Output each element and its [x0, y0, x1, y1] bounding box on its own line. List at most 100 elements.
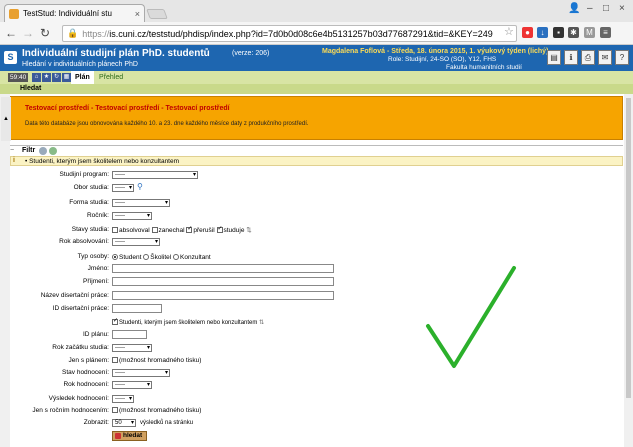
- user-icon[interactable]: 👤: [568, 3, 580, 14]
- forward-icon[interactable]: →: [22, 26, 34, 40]
- minimize-icon[interactable]: –: [587, 3, 593, 14]
- konzultant-radio[interactable]: [173, 254, 180, 260]
- jmeno-label: Jméno:: [87, 265, 109, 272]
- filter-bar: − Filtr: [10, 145, 623, 156]
- app-header: S Individuální studijní plán PhD. studen…: [0, 45, 633, 71]
- id-dis-label: ID disertační práce:: [52, 305, 109, 312]
- maximize-icon[interactable]: □: [603, 3, 609, 14]
- collapse-warning-icon[interactable]: ▲: [1, 97, 11, 141]
- tab-prehled[interactable]: Přehled: [96, 71, 126, 84]
- skolitel-radio[interactable]: [143, 254, 150, 260]
- stav-hodnoceni-label: Stav hodnocení:: [62, 369, 109, 376]
- obor-studia-select[interactable]: -----: [112, 184, 134, 192]
- chrome-menu-icon[interactable]: ≡: [600, 27, 611, 38]
- rok-hodnoceni-select[interactable]: -----: [112, 381, 152, 389]
- studijni-program-select[interactable]: -----: [112, 171, 198, 179]
- back-icon[interactable]: ←: [5, 26, 17, 40]
- subtab-hledat[interactable]: Hledat: [20, 84, 41, 94]
- forma-studia-label: Forma studia:: [69, 199, 109, 206]
- jen-s-rocnim-label: Jen s ročním hodnocením:: [32, 407, 109, 414]
- refresh-icon[interactable]: ↻: [52, 73, 61, 82]
- gmail-icon[interactable]: M: [584, 27, 595, 38]
- question-icon[interactable]: ?: [615, 50, 629, 65]
- close-window-icon[interactable]: ×: [619, 3, 625, 14]
- id-dis-input[interactable]: [112, 304, 162, 313]
- module-nav: 59:40 ⌂ ★ ↻ ▦ Plán Přehled: [0, 71, 633, 84]
- nazev-dis-input[interactable]: [112, 291, 334, 300]
- tab-plan[interactable]: Plán: [71, 71, 94, 84]
- jen-s-planem-label: Jen s plánem:: [68, 357, 109, 364]
- zobrazit-suffix: výsledků na stránku: [140, 420, 194, 426]
- app-subtitle: Hledání v individuálních plánech PhD: [22, 61, 138, 68]
- skolitel-filter-checkbox[interactable]: [112, 317, 118, 325]
- rok-zacatku-select[interactable]: -----: [112, 344, 152, 352]
- print-icon[interactable]: ⎙: [581, 50, 595, 65]
- zanechal-checkbox[interactable]: [151, 227, 158, 233]
- id-planu-input[interactable]: [112, 330, 147, 339]
- home-icon[interactable]: ⌂: [32, 73, 41, 82]
- manual-icon[interactable]: ℹ: [564, 50, 578, 65]
- absolvoval-checkbox[interactable]: [112, 227, 118, 233]
- id-planu-label: ID plánu:: [82, 331, 109, 338]
- zobrazit-select[interactable]: 50: [112, 419, 136, 427]
- user-info: Magdalena Foflová - Středa, 18. února 20…: [322, 48, 549, 55]
- filter-collapse-icon[interactable]: −: [10, 147, 14, 154]
- help-book-icon[interactable]: ▤: [547, 50, 561, 65]
- studijni-program-label: Studijní program:: [59, 171, 110, 178]
- prijmeni-label: Příjmení:: [82, 278, 109, 285]
- rok-hodnoceni-label: Rok hodnocení:: [63, 381, 109, 388]
- favicon-icon: [9, 8, 19, 19]
- rocnik-select[interactable]: -----: [112, 212, 152, 220]
- jmeno-input[interactable]: [112, 264, 334, 273]
- typ-osoby-options: Student Školitel Konzultant: [112, 254, 211, 261]
- studuje-checkbox[interactable]: [216, 225, 223, 233]
- stavy-studia-label: Stavy studia:: [71, 226, 109, 233]
- prerusil-checkbox[interactable]: [186, 225, 192, 233]
- toggle-skolitel-icon[interactable]: ⇅: [259, 320, 264, 326]
- vysledek-label: Výsledek hodnocení:: [48, 395, 109, 402]
- extension-shield-icon[interactable]: ●: [522, 27, 533, 38]
- browser-titlebar: TestStud: Individuální stu × 👤 – □ ×: [0, 0, 633, 22]
- header-icons: ▤ ℹ ⎙ ✉ ?: [547, 50, 629, 65]
- mail-icon[interactable]: ✉: [598, 50, 612, 65]
- toggle-all-icon[interactable]: ⇅: [246, 227, 251, 234]
- address-bar[interactable]: 🔒 https:// is.cuni.cz/teststud/phdisp/in…: [62, 25, 517, 42]
- app-logo-icon: S: [4, 51, 17, 64]
- prijmeni-input[interactable]: [112, 277, 334, 286]
- forma-studia-select[interactable]: -----: [112, 199, 170, 207]
- nav-icons: ⌂ ★ ↻ ▦: [32, 73, 71, 82]
- role-info[interactable]: Role: Studijní, 24-SO (SO), Y12, FHS: [388, 56, 496, 63]
- test-environment-warning: ▲ Testovací prostředí - Testovací prostř…: [1, 96, 623, 141]
- rocnik-label: Ročník:: [86, 212, 109, 219]
- menu-icon[interactable]: ▦: [62, 73, 71, 82]
- session-timer: 59:40: [8, 73, 29, 82]
- new-tab-button[interactable]: [146, 9, 168, 19]
- bookmark-star-icon[interactable]: ☆: [504, 25, 514, 38]
- star-icon[interactable]: ★: [42, 73, 51, 82]
- warning-title: Testovací prostředí - Testovací prostřed…: [25, 105, 230, 112]
- extension-puzzle-icon[interactable]: ▪: [553, 27, 564, 38]
- filter-reset-icon[interactable]: [39, 147, 47, 155]
- close-tab-icon[interactable]: ×: [135, 9, 140, 19]
- rok-zacatku-label: Rok začátku studia:: [52, 344, 109, 351]
- jen-s-planem-checkbox[interactable]: [112, 357, 118, 363]
- faculty-info: Fakulta humanitních studií: [446, 64, 522, 71]
- stav-hodnoceni-select[interactable]: -----: [112, 369, 170, 377]
- nazev-dis-label: Název disertační práce:: [40, 292, 109, 299]
- extension-gear-icon[interactable]: ✱: [568, 27, 579, 38]
- filter-save-icon[interactable]: [49, 147, 57, 155]
- lock-icon: 🔒: [67, 28, 79, 38]
- filter-label: Filtr: [22, 147, 36, 154]
- app-version: (verze: 206): [232, 50, 270, 57]
- jen-s-rocnim-checkbox[interactable]: [112, 407, 118, 413]
- extension-download-icon[interactable]: ↓: [537, 27, 548, 38]
- zobrazit-label: Zobrazit:: [83, 419, 109, 426]
- vysledek-select[interactable]: -----: [112, 395, 134, 403]
- browser-tab[interactable]: TestStud: Individuální stu ×: [4, 4, 145, 22]
- hledat-button[interactable]: hledat: [112, 431, 148, 441]
- tree-select-icon[interactable]: ⚲: [137, 182, 143, 191]
- reload-icon[interactable]: ↻: [40, 26, 50, 40]
- student-radio[interactable]: [112, 254, 118, 260]
- rok-absolvovani-select[interactable]: -----: [112, 238, 160, 246]
- scrollbar-thumb[interactable]: [626, 98, 631, 398]
